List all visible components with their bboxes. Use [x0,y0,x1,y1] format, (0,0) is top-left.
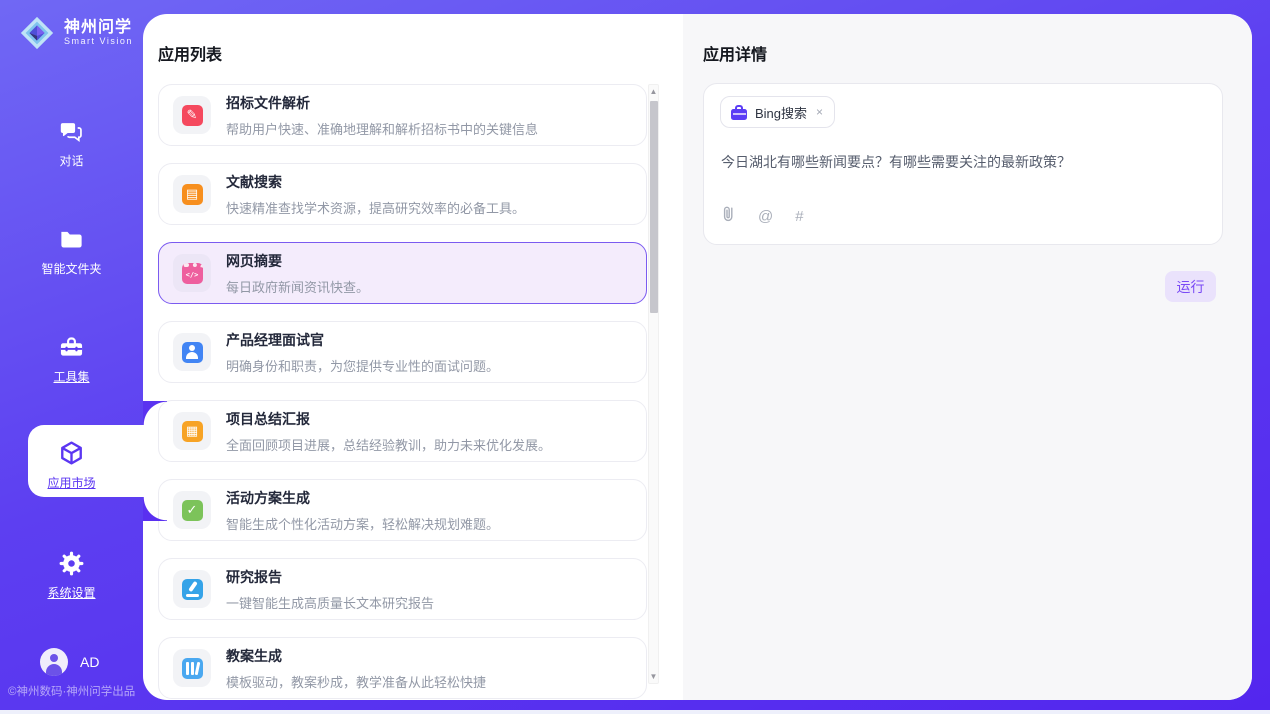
app-item-title: 项目总结汇报 [226,409,551,429]
app-item-title: 文献搜索 [226,172,525,192]
scroll-up-icon[interactable]: ▲ [649,87,658,96]
sidebar: 神州问学 Smart Vision 对话智能文件夹工具集应用市场系统设置 AD … [0,0,143,710]
cube-icon [58,440,85,467]
pill-flare-top [143,401,167,425]
sidebar-item-label: 系统设置 [47,584,95,601]
pill-flare-bottom [143,497,167,521]
sidebar-item-2[interactable]: 智能文件夹 [0,213,143,289]
app-list-title: 应用列表 [158,41,222,65]
user-avatar-icon[interactable] [40,648,68,676]
app-item-desc: 模板驱动，教案秒成，教学准备从此轻松快捷 [226,672,486,691]
toolbox-icon [58,334,85,361]
brand-name: 神州问学 [64,20,133,37]
app-list-item[interactable]: 教案生成模板驱动，教案秒成，教学准备从此轻松快捷 [158,637,647,699]
sidebar-item-5[interactable]: 系统设置 [0,537,143,613]
app-item-title: 招标文件解析 [226,93,538,113]
sidebar-footer: ©神州数码·神州问学出品 [8,683,135,699]
app-detail-panel: 应用详情 Bing搜索 × 今日湖北有哪些新闻要点？有哪些需要关注的最新政策？ … [683,14,1252,700]
brand-subtitle: Smart Vision [64,37,133,46]
gear-icon [58,550,85,577]
app-item-desc: 智能生成个性化活动方案，轻松解决规划难题。 [226,514,499,533]
app-list-item[interactable]: ✓ 活动方案生成智能生成个性化活动方案，轻松解决规划难题。 [158,479,647,541]
app-item-desc: 快速精准查找学术资源，提高研究效率的必备工具。 [226,198,525,217]
brand: 神州问学 Smart Vision [18,14,133,52]
query-card[interactable]: Bing搜索 × 今日湖北有哪些新闻要点？有哪些需要关注的最新政策？ @ # [703,83,1223,245]
chat-icon [58,118,85,145]
app-item-title: 产品经理面试官 [226,330,499,350]
scrollbar-thumb[interactable] [650,101,658,313]
person-doc-icon [173,333,211,371]
app-item-title: 网页摘要 [226,251,369,271]
scroll-down-icon[interactable]: ▼ [649,672,658,681]
sidebar-item-label: 应用市场 [47,474,95,491]
app-list-scrollbar[interactable]: ▲ ▼ [648,84,659,684]
sidebar-item-label: 对话 [59,152,83,169]
app-item-desc: 全面回顾项目进展，总结经验教训，助力未来优化发展。 [226,435,551,454]
mention-at-icon[interactable]: @ [758,208,773,225]
bottom-strip [0,710,1270,714]
app-shell: 神州问学 Smart Vision 对话智能文件夹工具集应用市场系统设置 AD … [0,0,1270,710]
run-button[interactable]: 运行 [1165,271,1216,302]
app-item-desc: 帮助用户快速、准确地理解和解析招标书中的关键信息 [226,119,538,138]
app-list-item[interactable]: 产品经理面试官明确身份和职责，为您提供专业性的面试问题。 [158,321,647,383]
sidebar-item-4[interactable]: 应用市场 [0,427,143,503]
briefcase-icon [731,105,747,120]
paperclip-icon[interactable] [721,205,736,228]
note-icon: ▦ [173,412,211,450]
books-icon [173,649,211,687]
hash-icon[interactable]: # [795,208,803,225]
app-item-desc: 一键智能生成高质量长文本研究报告 [226,593,434,612]
book-icon: ▤ [173,175,211,213]
app-list-item[interactable]: ✎ 招标文件解析帮助用户快速、准确地理解和解析招标书中的关键信息 [158,84,647,146]
app-list-item[interactable]: ▦ 项目总结汇报全面回顾项目进展，总结经验教训，助力未来优化发展。 [158,400,647,462]
tool-chip-label: Bing搜索 [755,103,807,122]
clipboard-check-icon: ✓ [173,491,211,529]
main-card: 应用列表 ✎ 招标文件解析帮助用户快速、准确地理解和解析招标书中的关键信息 ▤ 文献搜… [143,14,1252,700]
chip-close-icon[interactable]: × [815,105,824,119]
app-list-item[interactable]: </> 网页摘要每日政府新闻资讯快查。 [158,242,647,304]
app-list-item[interactable]: ▤ 文献搜索快速精准查找学术资源，提高研究效率的必备工具。 [158,163,647,225]
edit-doc-icon: ✎ [173,96,211,134]
app-detail-title: 应用详情 [703,41,767,65]
sidebar-item-label: 工具集 [53,368,89,385]
app-item-title: 活动方案生成 [226,488,499,508]
app-list: ✎ 招标文件解析帮助用户快速、准确地理解和解析招标书中的关键信息 ▤ 文献搜索快速精准… [158,84,648,700]
user-row[interactable]: AD [40,648,99,676]
app-item-desc: 明确身份和职责，为您提供专业性的面试问题。 [226,356,499,375]
sidebar-item-3[interactable]: 工具集 [0,321,143,397]
query-text[interactable]: 今日湖北有哪些新闻要点？有哪些需要关注的最新政策？ [721,152,1201,173]
app-item-desc: 每日政府新闻资讯快查。 [226,277,369,296]
sidebar-item-label: 智能文件夹 [41,260,101,277]
app-list-panel: 应用列表 ✎ 招标文件解析帮助用户快速、准确地理解和解析招标书中的关键信息 ▤ 文献搜… [143,14,683,700]
web-code-icon: </> [173,254,211,292]
attach-row: @ # [721,205,804,228]
folder-icon [58,226,85,253]
brand-logo-diamond-icon [18,14,56,52]
microscope-icon [173,570,211,608]
user-initials: AD [80,654,99,670]
app-list-item[interactable]: 研究报告一键智能生成高质量长文本研究报告 [158,558,647,620]
app-item-title: 教案生成 [226,646,486,666]
app-item-title: 研究报告 [226,567,434,587]
sidebar-item-1[interactable]: 对话 [0,105,143,181]
tool-chip-bing-search[interactable]: Bing搜索 × [720,96,835,128]
